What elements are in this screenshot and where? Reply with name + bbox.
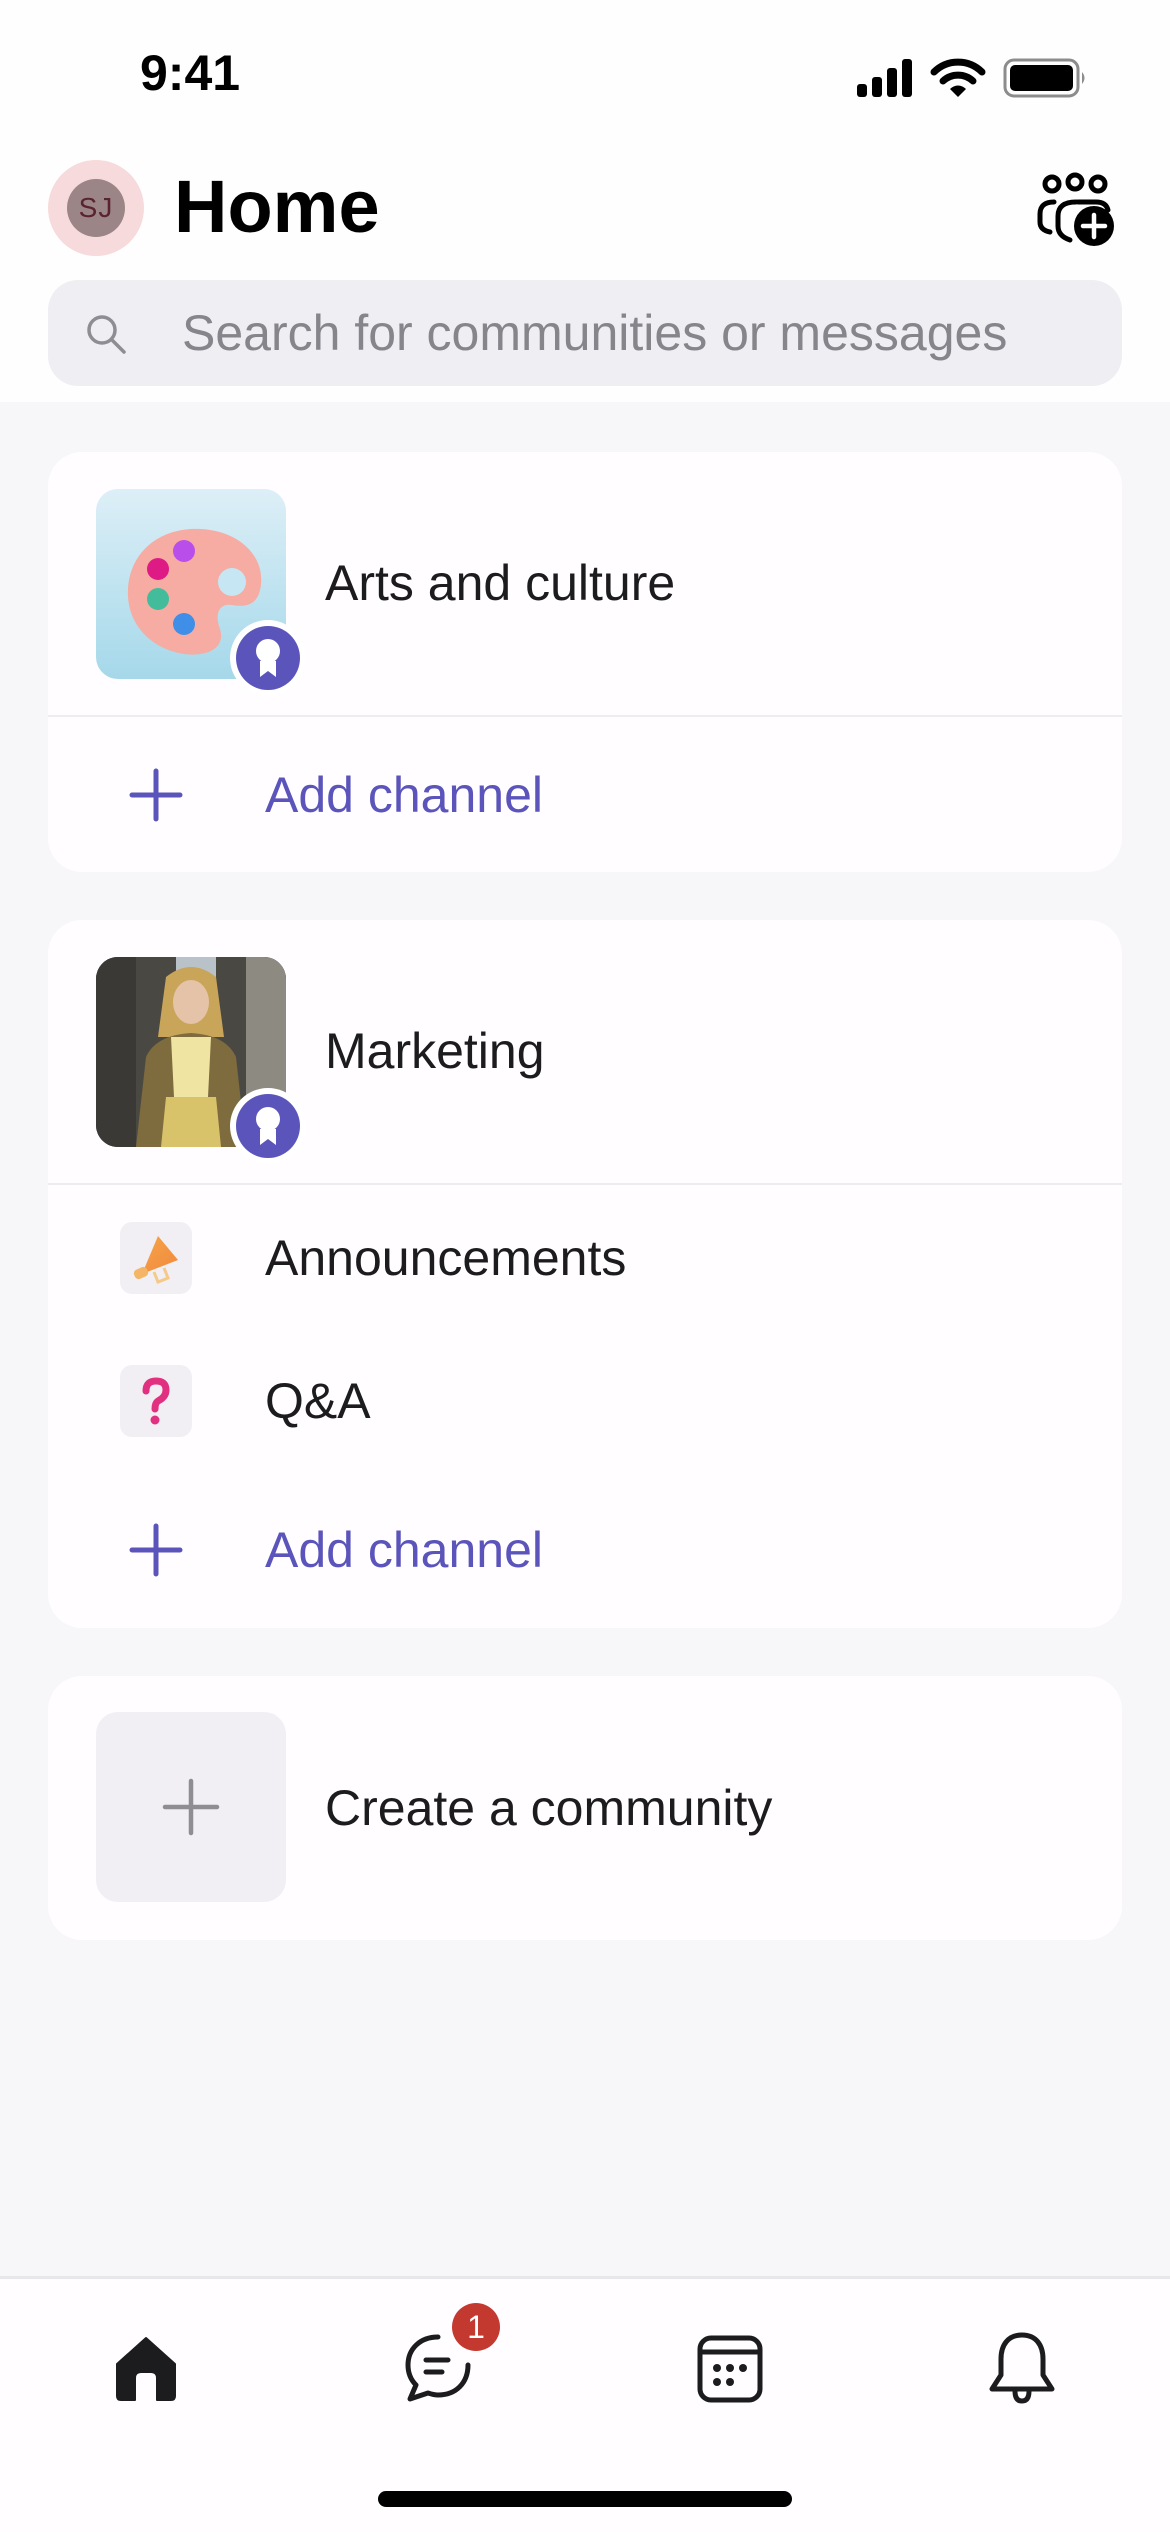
channel-row-qa[interactable]: Q&A <box>48 1341 1122 1461</box>
add-channel-button[interactable]: Add channel <box>48 1490 1122 1610</box>
wifi-icon <box>930 58 986 97</box>
divider <box>48 1183 1122 1185</box>
chat-unread-badge: 1 <box>452 2303 500 2351</box>
community-card-arts-and-culture: Arts and culture Add channel <box>48 452 1122 872</box>
battery-icon <box>1003 58 1085 98</box>
channel-name: Announcements <box>265 1230 627 1286</box>
question-mark-icon <box>142 1377 170 1425</box>
people-add-icon <box>1037 172 1114 246</box>
home-icon <box>116 2337 176 2401</box>
ribbon-award-icon <box>256 1107 280 1145</box>
search-input[interactable] <box>182 300 1082 366</box>
create-community-label: Create a community <box>325 1780 773 1836</box>
add-channel-label: Add channel <box>265 767 544 823</box>
community-name: Marketing <box>325 1023 545 1079</box>
community-name: Arts and culture <box>325 555 676 611</box>
create-community-thumb <box>96 1712 286 1902</box>
community-badge <box>230 620 306 696</box>
plus-icon <box>129 768 183 822</box>
search-icon <box>87 315 126 354</box>
add-channel-button[interactable]: Add channel <box>48 735 1122 855</box>
channel-row-announcements[interactable]: Announcements <box>48 1198 1122 1318</box>
avatar-initials: SJ <box>78 192 114 223</box>
channel-name: Q&A <box>265 1373 371 1429</box>
cellular-signal-icon <box>857 59 912 97</box>
community-badge <box>230 1088 306 1164</box>
status-time: 9:41 <box>140 45 241 101</box>
divider <box>48 715 1122 717</box>
channel-icon <box>120 1365 192 1437</box>
nav-home[interactable] <box>86 2319 206 2419</box>
nav-activity[interactable] <box>962 2319 1082 2419</box>
new-community-button[interactable] <box>1030 170 1120 250</box>
plus-icon <box>129 1523 183 1577</box>
avatar-button[interactable]: SJ <box>48 160 144 256</box>
bell-icon <box>989 2332 1055 2404</box>
community-row[interactable]: Arts and culture <box>48 452 1122 715</box>
plus-icon <box>162 1778 220 1836</box>
ribbon-award-icon <box>256 639 280 677</box>
megaphone-icon <box>133 1236 178 1284</box>
community-row[interactable]: Marketing <box>48 920 1122 1183</box>
add-channel-label: Add channel <box>265 1522 544 1578</box>
channel-icon <box>120 1222 192 1294</box>
home-indicator <box>378 2491 792 2507</box>
page-title: Home <box>174 165 380 248</box>
calendar-icon <box>697 2335 763 2403</box>
avatar: SJ <box>67 179 125 237</box>
community-card-marketing: Marketing Announcements Q&A Add channel <box>48 920 1122 1628</box>
nav-calendar[interactable] <box>670 2319 790 2419</box>
create-community-card[interactable]: Create a community <box>48 1676 1122 1940</box>
